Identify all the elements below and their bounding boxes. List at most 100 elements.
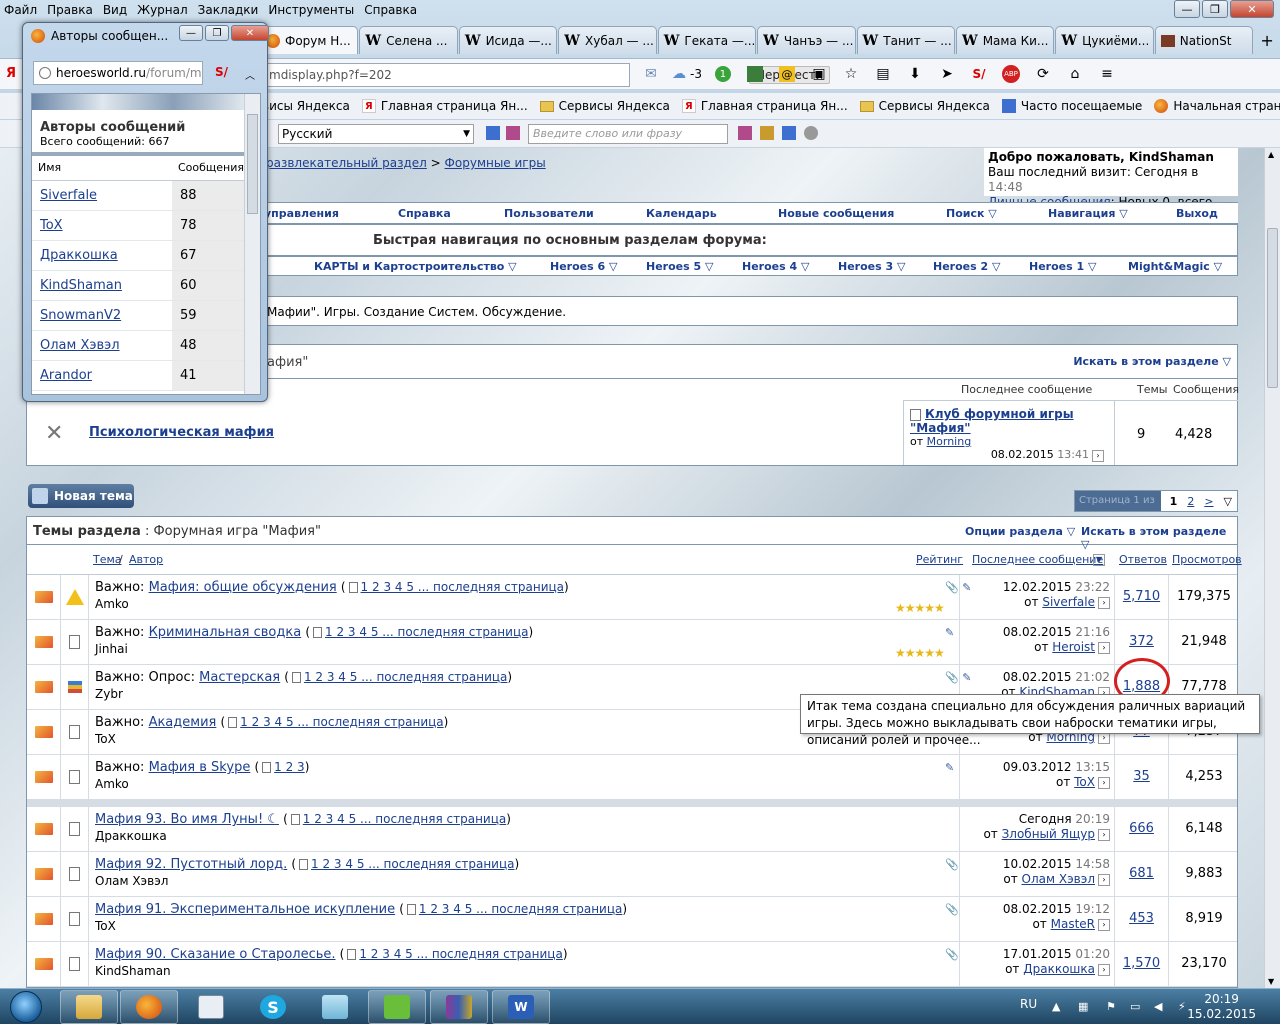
nav-users[interactable]: Пользователи bbox=[504, 207, 594, 220]
col-topic[interactable]: Тема bbox=[93, 553, 122, 566]
envelope-icon[interactable] bbox=[34, 913, 53, 925]
next-page[interactable]: > bbox=[1204, 495, 1213, 508]
bookmarks-icon[interactable]: ▤ bbox=[872, 63, 894, 85]
section-options-link[interactable]: Опции раздела ▽ bbox=[965, 525, 1075, 538]
menu-item-3[interactable]: Журнал bbox=[137, 3, 188, 17]
author-link[interactable]: SnowmanV2 bbox=[40, 308, 121, 323]
menu-item-6[interactable]: Справка bbox=[364, 3, 417, 17]
url-bar[interactable]: mdisplay.php?f=202 Перевести bbox=[264, 63, 831, 87]
show-hidden-icons-icon[interactable]: ▲ bbox=[1052, 1000, 1066, 1014]
nav-help[interactable]: Справка bbox=[398, 207, 451, 220]
settings-icon[interactable] bbox=[804, 126, 818, 140]
bookmark-item[interactable]: Часто посещаемые bbox=[1001, 99, 1142, 113]
sites-icon[interactable] bbox=[782, 126, 796, 140]
language-select[interactable]: Русский bbox=[278, 124, 474, 144]
popup-scroll-thumb[interactable] bbox=[247, 114, 258, 214]
topic-title-link[interactable]: Мафия в Skype bbox=[149, 760, 251, 775]
hamburger-menu-icon[interactable]: ≡ bbox=[1096, 63, 1118, 85]
mail-icon[interactable]: ✉ bbox=[640, 63, 662, 85]
bookmark-item[interactable]: Сервисы Яндекса bbox=[859, 99, 990, 113]
topic-title-link[interactable]: Мастерская bbox=[199, 670, 280, 685]
nav-calendar[interactable]: Календарь bbox=[646, 207, 717, 220]
nav-admin[interactable]: управления bbox=[264, 207, 339, 220]
menu-item-4[interactable]: Закладки bbox=[198, 3, 259, 17]
translate-icon[interactable] bbox=[486, 126, 500, 140]
menu-item-5[interactable]: Инструменты bbox=[268, 3, 354, 17]
adblock-icon[interactable]: ABP bbox=[1000, 63, 1022, 85]
page-dropdown-icon[interactable]: ▽ bbox=[1224, 495, 1232, 508]
topic-title-link[interactable]: Мафия 93. Во имя Луны! ☾ bbox=[95, 812, 279, 827]
topic-page-links[interactable]: 1 2 3 4 5 ... последняя страница bbox=[361, 580, 564, 594]
scrollbar-thumb[interactable] bbox=[1267, 228, 1278, 388]
author-link[interactable]: Siverfale bbox=[40, 188, 97, 203]
topic-title-link[interactable]: Криминальная сводка bbox=[149, 625, 302, 640]
s-icon[interactable]: S/ bbox=[968, 63, 990, 85]
section-heroes5[interactable]: Heroes 5 ▽ bbox=[646, 260, 713, 273]
topic-replies[interactable]: 666 bbox=[1129, 821, 1154, 836]
author-link[interactable]: Олам Хэвэл bbox=[40, 338, 120, 353]
last-post-user[interactable]: Злобный Ящур bbox=[1002, 827, 1095, 841]
browser-tab[interactable]: W Чанъэ — ... bbox=[757, 26, 856, 54]
browser-tab[interactable]: Форум Н... bbox=[260, 26, 359, 54]
col-views[interactable]: Просмотров bbox=[1172, 553, 1242, 566]
bookmark-item[interactable]: Сервисы Яндекса bbox=[539, 99, 670, 113]
topic-page-links[interactable]: 1 2 3 4 5 ... последняя страница bbox=[359, 947, 562, 961]
taskbar-notepad[interactable] bbox=[368, 990, 426, 1024]
popup-url-bar[interactable]: heroesworld.ru/forum/mi bbox=[33, 61, 203, 85]
camera-icon[interactable]: ▣ bbox=[808, 63, 830, 85]
envelope-icon[interactable] bbox=[34, 771, 53, 783]
section-might-magic[interactable]: Might&Magic ▽ bbox=[1128, 260, 1222, 273]
topic-replies[interactable]: 372 bbox=[1129, 634, 1154, 649]
bookmark-item[interactable]: Начальная страница bbox=[1154, 99, 1280, 113]
s-icon[interactable]: S/ bbox=[215, 65, 228, 79]
topic-page-links[interactable]: 1 2 3 bbox=[274, 760, 305, 774]
taskbar-skype[interactable]: S bbox=[244, 990, 302, 1024]
taskbar-app-1[interactable] bbox=[182, 990, 240, 1024]
popup-minimize-button[interactable]: — bbox=[179, 25, 203, 41]
topic-title-link[interactable]: Мафия 90. Сказание о Старолесье. bbox=[95, 947, 336, 962]
new-topic-button[interactable]: Новая тема bbox=[28, 484, 134, 508]
go-last-post-icon[interactable]: › bbox=[1098, 596, 1110, 609]
scroll-down-icon[interactable]: ▼ bbox=[1268, 977, 1274, 986]
close-button[interactable]: ✕ bbox=[1230, 0, 1274, 18]
clock[interactable]: 20:19 15.02.2015 bbox=[1187, 992, 1256, 1022]
bookmark-item[interactable]: Я Главная страница Ян... bbox=[361, 99, 528, 113]
author-link[interactable]: Arandor bbox=[40, 368, 92, 383]
popup-close-button[interactable]: ✕ bbox=[231, 25, 269, 41]
reload-icon[interactable]: ⟳ bbox=[1032, 63, 1054, 85]
notes-icon[interactable] bbox=[760, 126, 774, 140]
nav-logout[interactable]: Выход bbox=[1176, 207, 1218, 220]
page-1[interactable]: 1 bbox=[1170, 495, 1178, 508]
author-link[interactable]: Драккошка bbox=[40, 248, 118, 263]
topic-replies[interactable]: 681 bbox=[1129, 866, 1154, 881]
last-post-user[interactable]: Siverfale bbox=[1042, 595, 1095, 609]
subforum-link[interactable]: Психологическая мафия bbox=[89, 425, 274, 440]
browser-tab[interactable]: W Исида —... bbox=[458, 26, 558, 54]
go-last-post-icon[interactable]: › bbox=[1098, 873, 1110, 886]
section-heroes4[interactable]: Heroes 4 ▽ bbox=[742, 260, 809, 273]
go-last-post-icon[interactable]: › bbox=[1098, 963, 1110, 976]
flag-icon[interactable]: ⚑ bbox=[1106, 1000, 1120, 1014]
envelope-icon[interactable] bbox=[34, 868, 53, 880]
start-button[interactable] bbox=[4, 989, 48, 1024]
browser-tab[interactable]: W Хубал — ... bbox=[558, 26, 657, 54]
last-post-user[interactable]: Morning bbox=[927, 435, 972, 448]
section-heroes2[interactable]: Heroes 2 ▽ bbox=[933, 260, 1000, 273]
send-icon[interactable]: ➤ bbox=[936, 63, 958, 85]
browser-tab[interactable]: NationSt bbox=[1154, 26, 1254, 54]
minimize-button[interactable]: — bbox=[1174, 0, 1200, 18]
nav-search[interactable]: Поиск ▽ bbox=[946, 207, 997, 220]
go-last-post-icon[interactable]: › bbox=[1098, 776, 1110, 789]
taskbar-winrar[interactable] bbox=[430, 990, 488, 1024]
topic-title-link[interactable]: Мафия 91. Экспериментальное искупление bbox=[95, 902, 395, 917]
topic-page-links[interactable]: 1 2 3 4 5 ... последняя страница bbox=[325, 625, 528, 639]
section-maps[interactable]: КАРТЫ и Картостроительство ▽ bbox=[314, 260, 517, 273]
browser-tab[interactable]: W Танит — ... bbox=[856, 26, 955, 54]
popup-maximize-button[interactable]: ❐ bbox=[205, 25, 229, 41]
search-in-section-link[interactable]: Искать в этом разделе ▽ bbox=[1073, 355, 1231, 368]
taskbar-firefox[interactable] bbox=[120, 990, 178, 1024]
envelope-icon[interactable] bbox=[34, 958, 53, 970]
section-heroes1[interactable]: Heroes 1 ▽ bbox=[1029, 260, 1096, 273]
topic-page-links[interactable]: 1 2 3 4 5 ... последняя страница bbox=[419, 902, 622, 916]
home-icon[interactable]: ⌂ bbox=[1064, 63, 1086, 85]
